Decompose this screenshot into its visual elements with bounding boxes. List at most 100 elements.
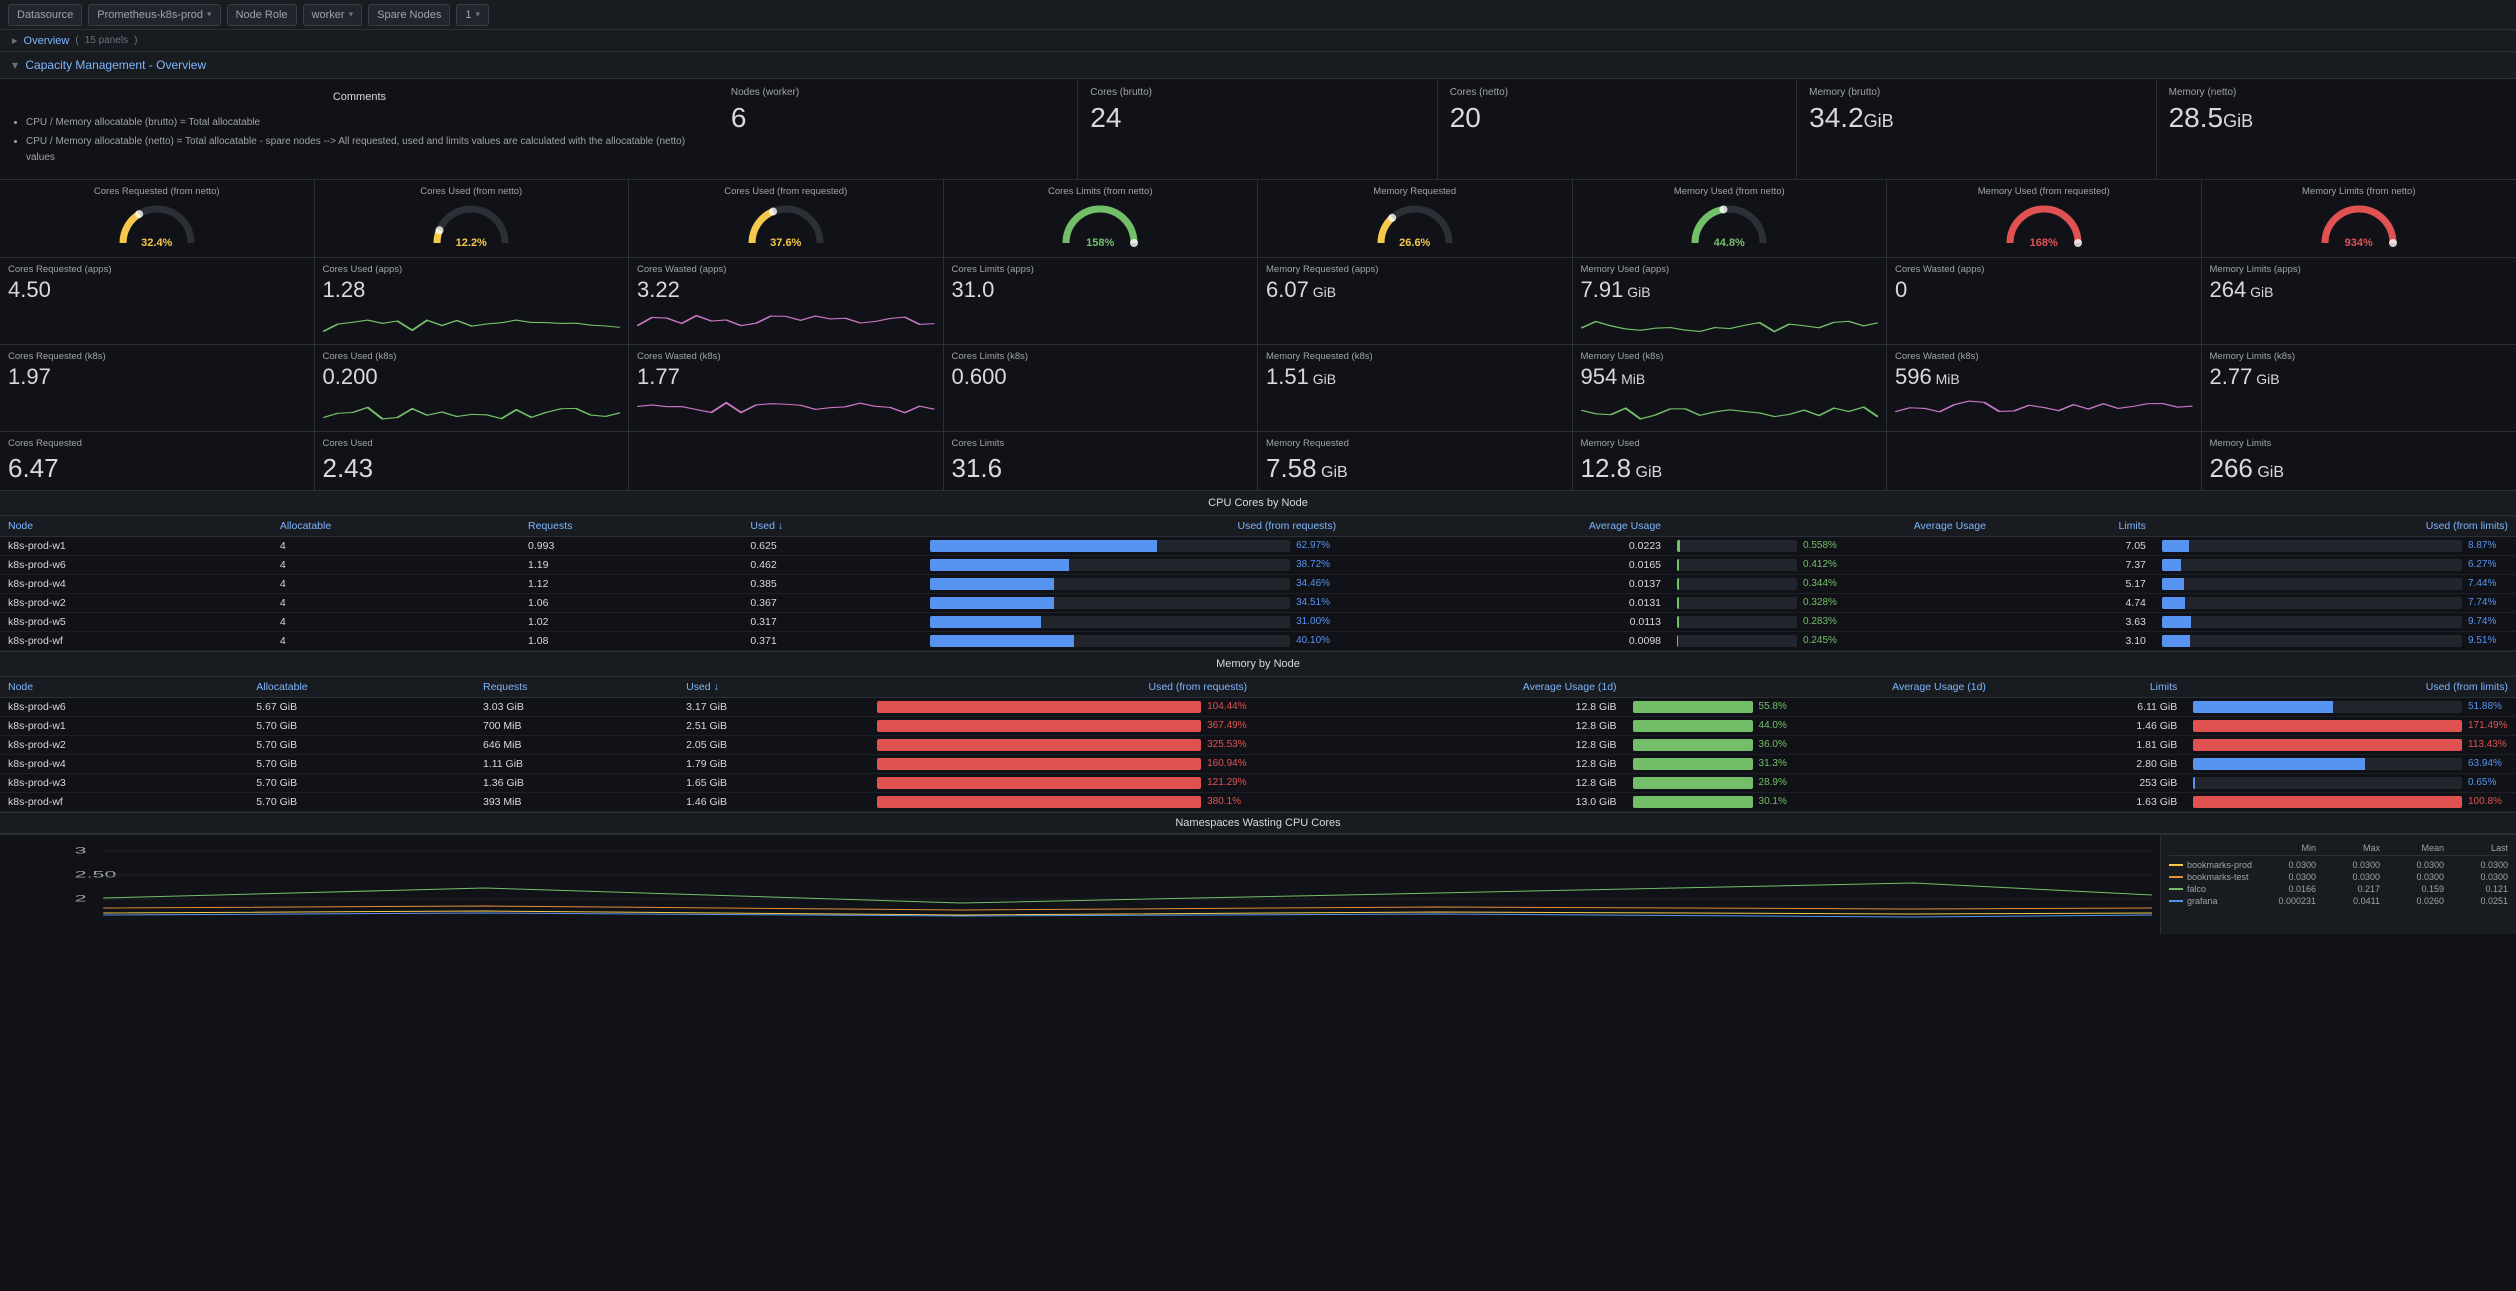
table-row[interactable]: k8s-prod-w2 4 1.06 0.367 34.51% 0.0131 [0, 593, 2516, 612]
table-row[interactable]: k8s-prod-w6 5.67 GiB 3.03 GiB 3.17 GiB 1… [0, 697, 2516, 716]
nodes-value: 6 [731, 102, 1065, 134]
legend-min: 0.000231 [2256, 896, 2316, 906]
limits: 1.46 GiB [1994, 716, 2185, 735]
section-header[interactable]: ▾ Capacity Management - Overview [0, 52, 2516, 79]
gauge-container: 158% [1060, 201, 1140, 251]
cluster-label: Prometheus-k8s-prod [97, 9, 203, 21]
legend-label: grafana [2187, 896, 2218, 906]
used: 0.371 [742, 631, 921, 650]
legend-mean: 0.0260 [2384, 896, 2444, 906]
spark-panel-1-1: Cores Used (k8s) 0.200 [315, 345, 630, 431]
datasource-label: Datasource [17, 9, 73, 21]
stat-cores-netto: Cores (netto) 20 [1438, 79, 1797, 179]
gauge-value: 26.6% [1399, 237, 1430, 249]
spark-panel-0-7: Memory Limits (apps) 264 GiB [2202, 258, 2516, 344]
gauge-container: 44.8% [1689, 201, 1769, 251]
used: 0.317 [742, 612, 921, 631]
allocatable: 4 [272, 574, 520, 593]
expand-arrow[interactable]: ▸ [12, 34, 18, 47]
limits: 1.81 GiB [1994, 735, 2185, 754]
table-row[interactable]: k8s-prod-w4 5.70 GiB 1.11 GiB 1.79 GiB 1… [0, 754, 2516, 773]
used: 1.79 GiB [678, 754, 869, 773]
used-from-limits: 7.74% [2154, 593, 2516, 612]
legend-color-swatch [2169, 900, 2183, 902]
gauge-panel-7: Memory Limits (from netto) 934% [2202, 180, 2516, 257]
legend-color-swatch [2169, 864, 2183, 866]
limits: 7.05 [1994, 536, 2154, 555]
spark-panel-0-6: Cores Wasted (apps) 0 [1887, 258, 2202, 344]
table-row[interactable]: k8s-prod-w6 4 1.19 0.462 38.72% 0.0165 [0, 555, 2516, 574]
legend-name: grafana [2169, 896, 2252, 906]
used-from-limits: 51.88% [2185, 697, 2516, 716]
spark-label: Cores Requested (k8s) [8, 351, 306, 362]
table-row[interactable]: k8s-prod-wf 5.70 GiB 393 MiB 1.46 GiB 38… [0, 792, 2516, 811]
legend-mean: 0.159 [2384, 884, 2444, 894]
used-from-requests: 160.94% [869, 754, 1255, 773]
spark-label: Memory Requested (k8s) [1266, 351, 1564, 362]
bigval-value: 31.6 [952, 453, 1250, 484]
spark-panel-1-0: Cores Requested (k8s) 1.97 [0, 345, 315, 431]
allocatable: 4 [272, 536, 520, 555]
table-row[interactable]: k8s-prod-w4 4 1.12 0.385 34.46% 0.0137 [0, 574, 2516, 593]
avg-usage-val: 0.0165 [1344, 555, 1669, 574]
gauge-panel-6: Memory Used (from requested) 168% [1887, 180, 2202, 257]
allocatable: 5.70 GiB [248, 735, 475, 754]
requests: 1.36 GiB [475, 773, 678, 792]
spare-nodes-label: Spare Nodes [368, 4, 450, 26]
datasource-button[interactable]: Datasource [8, 4, 82, 26]
cluster-selector[interactable]: Prometheus-k8s-prod ▾ [88, 4, 220, 26]
gauge-panel-2: Cores Used (from requested) 37.6% [629, 180, 944, 257]
mem-brutto-value: 34.2GiB [1809, 102, 2143, 134]
spare-nodes-selector[interactable]: 1 ▾ [456, 4, 489, 26]
avg-usage-val: 0.0137 [1344, 574, 1669, 593]
legend-max: 0.217 [2320, 884, 2380, 894]
spark-svg [637, 305, 935, 335]
avg-usage-val: 12.8 GiB [1255, 754, 1624, 773]
table-row[interactable]: k8s-prod-w5 4 1.02 0.317 31.00% 0.0113 [0, 612, 2516, 631]
memory-table-title: Memory by Node [0, 652, 2516, 677]
legend-label: bookmarks-test [2187, 872, 2249, 882]
overview-link[interactable]: Overview [24, 35, 70, 47]
nodes-label: Nodes (worker) [731, 87, 1065, 98]
spark-value: 2.77 GiB [2210, 364, 2509, 390]
legend-label: falco [2187, 884, 2206, 894]
spark-label: Cores Wasted (apps) [1895, 264, 2193, 275]
table-row[interactable]: k8s-prod-w1 4 0.993 0.625 62.97% 0.0223 [0, 536, 2516, 555]
th-8: Used (from limits) [2154, 516, 2516, 537]
legend-last: 0.0300 [2448, 872, 2508, 882]
used: 3.17 GiB [678, 697, 869, 716]
node-role-selector[interactable]: worker ▾ [303, 4, 363, 26]
table-row[interactable]: k8s-prod-w2 5.70 GiB 646 MiB 2.05 GiB 32… [0, 735, 2516, 754]
spark-value: 7.91 GiB [1581, 277, 1879, 303]
spark-panel-1-2: Cores Wasted (k8s) 1.77 [629, 345, 944, 431]
stat-memory-brutto: Memory (brutto) 34.2GiB [1797, 79, 2156, 179]
gauge-label: Cores Used (from netto) [323, 186, 621, 197]
used: 0.625 [742, 536, 921, 555]
comments-list: CPU / Memory allocatable (brutto) = Tota… [12, 115, 707, 166]
legend-last: 0.0300 [2448, 860, 2508, 870]
table-row[interactable]: k8s-prod-w1 5.70 GiB 700 MiB 2.51 GiB 36… [0, 716, 2516, 735]
legend-name: falco [2169, 884, 2252, 894]
gauge-panel-5: Memory Used (from netto) 44.8% [1573, 180, 1888, 257]
gauge-value: 12.2% [456, 237, 487, 249]
node-name: k8s-prod-w2 [0, 735, 248, 754]
table-row[interactable]: k8s-prod-wf 4 1.08 0.371 40.10% 0.0098 [0, 631, 2516, 650]
bigval-panel-0: Cores Requested 6.47 [0, 432, 315, 490]
table-row[interactable]: k8s-prod-w3 5.70 GiB 1.36 GiB 1.65 GiB 1… [0, 773, 2516, 792]
node-role-label: Node Role [227, 4, 297, 26]
th-1: Allocatable [248, 677, 475, 698]
used: 0.367 [742, 593, 921, 612]
used-from-limits: 6.27% [2154, 555, 2516, 574]
th-0: Node [0, 516, 272, 537]
requests: 1.08 [520, 631, 742, 650]
allocatable: 5.70 GiB [248, 754, 475, 773]
legend-mean: 0.0300 [2384, 860, 2444, 870]
stat-nodes: Nodes (worker) 6 [719, 79, 1078, 179]
th-7: Limits [1994, 677, 2185, 698]
used: 2.05 GiB [678, 735, 869, 754]
panels-count: ( [75, 35, 78, 46]
gauge-value: 32.4% [141, 237, 172, 249]
spark-panel-0-5: Memory Used (apps) 7.91 GiB [1573, 258, 1888, 344]
chart-area: 3 2.50 2 [0, 835, 2160, 934]
spark-svg [1581, 305, 1879, 335]
